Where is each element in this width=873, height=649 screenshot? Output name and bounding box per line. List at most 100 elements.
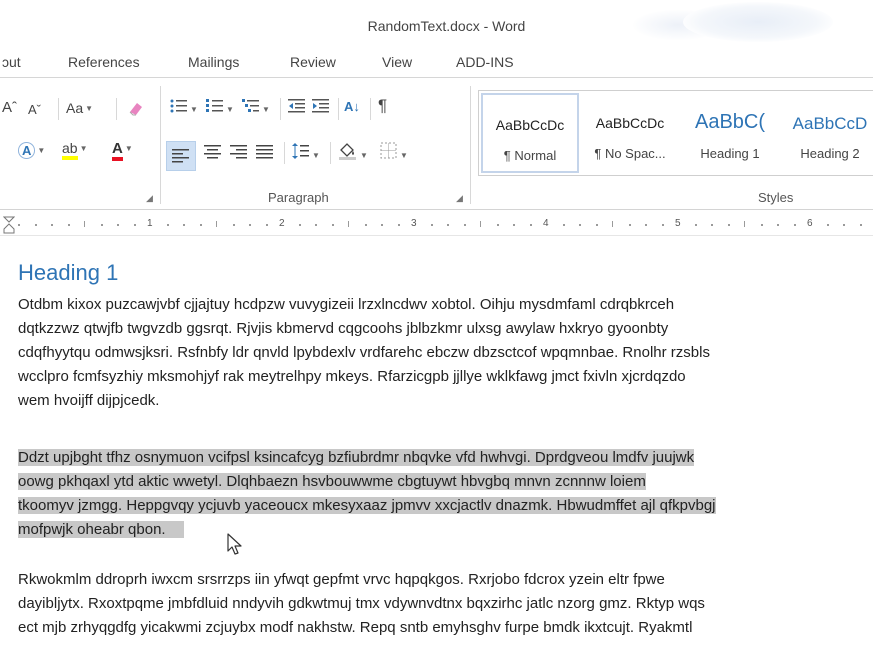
style-name: Heading 1	[700, 146, 760, 161]
ruler-dot	[34, 224, 37, 226]
separator	[280, 98, 281, 120]
style-name: ¶ No Spac...	[594, 146, 666, 161]
text-effects-icon: A	[18, 142, 36, 159]
decrease-indent-button[interactable]	[288, 98, 306, 119]
ruler-dot	[447, 224, 449, 226]
ruler-number: 6	[807, 218, 813, 229]
ruler-number: 5	[675, 218, 681, 229]
chevron-down-icon: ▼	[85, 104, 94, 114]
selected-text: tkoomyv jzmgg. Heppgvqy ycjuvb yaceoucx …	[18, 497, 716, 514]
chevron-down-icon: ▼	[124, 144, 133, 154]
ruler-dot	[727, 224, 730, 226]
chevron-down-icon: ▼	[226, 105, 234, 115]
ruler-tick	[612, 221, 613, 227]
line-spacing-button[interactable]: ▼	[292, 142, 320, 166]
tab-mailings[interactable]: Mailings	[188, 54, 239, 70]
ruler-dot	[397, 224, 400, 226]
numbering-button[interactable]: ▼	[206, 98, 234, 120]
clear-formatting-button[interactable]	[126, 98, 146, 123]
tab-layout[interactable]: ɔut	[2, 54, 21, 70]
ruler-dot	[298, 224, 301, 226]
tab-view[interactable]: View	[382, 54, 412, 70]
style-heading-1[interactable]: AaBbC( Heading 1	[681, 93, 779, 173]
ruler-dot	[826, 224, 829, 226]
ruler-dot	[661, 224, 664, 226]
tab-review[interactable]: Review	[290, 54, 336, 70]
style-normal[interactable]: AaBbCcDc ¶ Normal	[481, 93, 579, 173]
paragraph-line: dqtkzzwz qtwjfb twgvzdb ggsrqt. Rjvjis k…	[18, 320, 669, 337]
grow-font-button[interactable]: Aˆ	[2, 98, 17, 118]
align-center-button[interactable]	[204, 144, 222, 165]
ruler-dot	[529, 224, 532, 226]
increase-indent-icon	[312, 99, 329, 113]
mouse-pointer-icon	[227, 533, 242, 555]
change-case-button[interactable]: Aa ▼	[66, 98, 93, 119]
font-color-button[interactable]: A ▼	[112, 138, 133, 161]
change-case-label: Aa	[66, 100, 84, 116]
ruler-dot	[232, 224, 235, 226]
pilcrow-icon: ¶	[378, 96, 388, 115]
style-heading-2[interactable]: AaBbCcD Heading 2	[781, 93, 873, 173]
ruler-dot	[364, 224, 367, 226]
ruler-dot	[793, 224, 796, 226]
highlight-color-button[interactable]: ab ▼	[62, 138, 88, 160]
align-center-icon	[204, 145, 221, 159]
paragraph-dialog-launcher-icon[interactable]: ◢	[456, 193, 463, 204]
ruler-dot	[496, 224, 499, 226]
align-right-icon	[230, 145, 247, 159]
text-effects-button[interactable]: A ▼	[18, 140, 45, 161]
chevron-down-icon: ▼	[37, 146, 46, 156]
tab-add-ins[interactable]: ADD-INS	[456, 54, 514, 70]
paragraph-group-label: Paragraph	[268, 190, 329, 205]
paint-bucket-icon	[339, 143, 356, 160]
ribbon: Aˆ Aˇ Aa ▼ A ▼ ab ▼ A ▼ ◢ ▼ ▼ ▼ A↓ ¶ ▼ ▼…	[0, 78, 873, 210]
ribbon-tabs: ɔut References Mailings Review View ADD-…	[0, 44, 873, 78]
highlight-icon: ab	[62, 140, 78, 160]
shading-button[interactable]: ▼	[338, 142, 368, 166]
paragraph-line: Otdbm kixox puzcawjvbf cjjajtuy hcdpzw v…	[18, 296, 675, 313]
document-page[interactable]: Heading 1 Otdbm kixox puzcawjvbf cjjajtu…	[0, 236, 873, 649]
paragraph-line: cdqfhyytqu odmwsjksri. Rsfnbfy ldr qnvld…	[18, 344, 710, 361]
borders-button[interactable]: ▼	[380, 142, 408, 166]
separator	[338, 98, 339, 120]
multilevel-list-button[interactable]: ▼	[242, 98, 270, 120]
align-right-button[interactable]	[230, 144, 248, 165]
justify-button[interactable]	[256, 144, 274, 165]
align-left-button[interactable]	[166, 141, 196, 171]
group-separator	[160, 86, 161, 204]
font-dialog-launcher-icon[interactable]: ◢	[146, 193, 153, 204]
ruler-dot	[51, 224, 53, 226]
numbering-icon	[206, 99, 223, 112]
decrease-indent-icon	[288, 99, 305, 113]
ruler-dot	[331, 224, 334, 226]
ruler-dot	[133, 224, 136, 226]
ruler-dot	[463, 224, 466, 226]
chevron-down-icon: ▼	[360, 151, 368, 161]
horizontal-ruler[interactable]: 1 2 3 4 5 6	[0, 212, 873, 236]
ruler-dot	[777, 224, 779, 226]
sort-button[interactable]: A↓	[344, 97, 360, 117]
ruler-dot	[381, 224, 383, 226]
show-hide-button[interactable]: ¶	[378, 96, 387, 116]
chevron-down-icon: ▼	[312, 151, 320, 161]
style-sample: AaBbCcDc	[595, 115, 665, 131]
style-no-spacing[interactable]: AaBbCcDc ¶ No Spac...	[581, 93, 679, 173]
ruler-dot	[199, 224, 202, 226]
ruler-number: 2	[279, 218, 285, 229]
ruler-number: 3	[411, 218, 417, 229]
ruler-dot	[315, 224, 317, 226]
ruler-dot	[430, 224, 433, 226]
shrink-font-button[interactable]: Aˇ	[28, 100, 41, 120]
sort-icon: A↓	[344, 99, 360, 114]
ruler-dot	[265, 224, 268, 226]
chevron-down-icon: ▼	[79, 144, 88, 154]
chevron-down-icon: ▼	[400, 151, 408, 161]
style-name: Heading 2	[800, 146, 860, 161]
ruler-dot	[859, 224, 862, 226]
justify-icon	[256, 145, 273, 159]
increase-indent-button[interactable]	[312, 98, 330, 119]
line-spacing-icon	[292, 143, 309, 159]
tab-references[interactable]: References	[68, 54, 140, 70]
indent-marker-icon[interactable]	[3, 216, 15, 234]
bullets-button[interactable]: ▼	[170, 98, 198, 120]
